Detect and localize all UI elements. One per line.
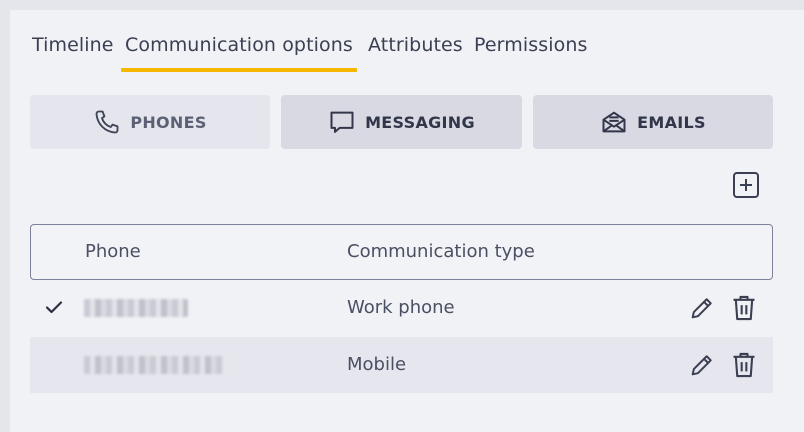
column-header-phone: Phone (85, 241, 141, 262)
delete-button[interactable] (729, 350, 759, 380)
tab-attributes-label: Attributes (368, 34, 463, 56)
trash-icon (733, 295, 755, 321)
tab-timeline[interactable]: Timeline (32, 34, 114, 56)
table-row[interactable]: Work phone (30, 280, 773, 336)
messaging-button-label: MESSAGING (365, 112, 475, 132)
tab-permissions[interactable]: Permissions (474, 34, 587, 56)
phones-button[interactable]: PHONES (30, 95, 270, 149)
phone-icon (93, 108, 121, 136)
phone-number-redacted (84, 299, 188, 317)
message-icon (328, 108, 356, 136)
pencil-icon (691, 355, 712, 376)
phone-number-redacted (84, 356, 224, 374)
communication-type-cell: Work phone (347, 297, 455, 318)
tab-timeline-label: Timeline (32, 34, 114, 56)
delete-button[interactable] (729, 293, 759, 323)
communication-panel: Timeline Communication options Attribute… (10, 10, 804, 432)
emails-button-label: EMAILS (637, 112, 706, 132)
emails-button[interactable]: EMAILS (533, 95, 773, 149)
edit-button[interactable] (687, 293, 717, 323)
communication-type-cell: Mobile (347, 354, 407, 375)
table-header: Phone Communication type (30, 224, 773, 280)
tab-bar: Timeline Communication options Attribute… (10, 10, 804, 74)
edit-button[interactable] (687, 350, 717, 380)
tab-communication-options-label: Communication options (125, 34, 353, 56)
column-header-communication-type: Communication type (347, 241, 535, 262)
trash-icon (733, 352, 755, 378)
plus-square-icon (732, 171, 760, 203)
tab-attributes[interactable]: Attributes (368, 34, 463, 56)
tab-permissions-label: Permissions (474, 34, 588, 56)
checkmark-icon (44, 297, 64, 321)
active-tab-indicator (121, 68, 357, 72)
phones-button-label: PHONES (130, 112, 207, 132)
tab-communication-options[interactable]: Communication options (121, 34, 357, 72)
table-row[interactable]: Mobile (30, 337, 773, 393)
messaging-button[interactable]: MESSAGING (281, 95, 522, 149)
pencil-icon (691, 298, 712, 319)
add-phone-button[interactable] (730, 171, 762, 203)
envelope-icon (600, 108, 628, 136)
